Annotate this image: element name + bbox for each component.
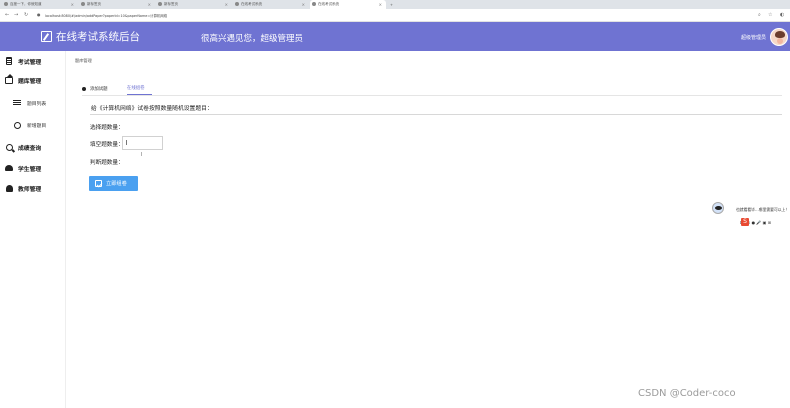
dot-icon	[82, 86, 86, 91]
browser-tab[interactable]: 在线考试系统 ×	[233, 0, 309, 9]
tab-add-question[interactable]: 添加试题	[82, 82, 117, 95]
document-icon	[5, 57, 13, 65]
judge-count-label: 判断题数量：	[90, 160, 124, 166]
tab-online-paper[interactable]: 在线组卷	[127, 82, 152, 95]
browser-tab-label: 新标签页	[87, 2, 101, 6]
list-icon	[13, 99, 21, 107]
star-icon[interactable]: ☆	[768, 12, 772, 18]
sidebar-item-question-list[interactable]: 题目列表	[0, 95, 66, 111]
close-tab-icon[interactable]: ×	[148, 2, 151, 7]
forward-icon[interactable]: →	[14, 12, 18, 18]
tab-label: 在线组卷	[127, 86, 145, 91]
sidebar-item-label: 题库管理	[18, 78, 42, 85]
tab-label: 添加试题	[90, 86, 108, 92]
profile-icon[interactable]: ◐	[780, 12, 784, 18]
teacher-icon	[5, 184, 13, 192]
breadcrumb: 题库管理	[75, 58, 92, 63]
new-tab-button[interactable]: +	[389, 0, 397, 9]
top-header: 在线考试系统后台 很高兴遇见您，超级管理员 超级管理员	[0, 22, 790, 51]
choice-count-label: 选择题数量：	[90, 125, 124, 131]
watermark: CSDN @Coder-coco	[638, 388, 736, 399]
new-icon	[13, 121, 21, 129]
browser-tab-active[interactable]: 在线考试系统 ×	[310, 0, 386, 9]
close-tab-icon[interactable]: ×	[379, 2, 382, 7]
tab-favicon-icon	[158, 2, 162, 6]
assistant-bubble: 也就看看毕…哪里需要可以上！	[736, 207, 790, 212]
assistant-avatar-icon	[712, 202, 724, 214]
sidebar-item-label: 教师管理	[18, 186, 42, 193]
sidebar-item-exam-management[interactable]: 考试管理	[0, 53, 66, 69]
sidebar: 考试管理 题库管理 题目列表 新增题目 成绩查询 学生管理 教师管理	[0, 51, 66, 408]
sidebar-item-student-management[interactable]: 学生管理	[0, 160, 66, 176]
close-tab-icon[interactable]: ×	[71, 2, 74, 7]
sidebar-item-question-bank[interactable]: 题库管理	[0, 72, 66, 88]
create-paper-button-label: 立即组卷	[106, 181, 127, 187]
sidebar-item-new-question[interactable]: 新增题目	[0, 117, 66, 133]
sidebar-item-label: 题目列表	[27, 101, 47, 107]
text-caret	[126, 140, 127, 145]
welcome-message: 很高兴遇见您，超级管理员	[201, 34, 304, 44]
tab-favicon-icon	[4, 2, 8, 6]
blank-count-label: 填空题数量：	[90, 142, 124, 148]
avatar[interactable]	[770, 28, 788, 46]
browser-tab[interactable]: 新标签页 ×	[156, 0, 232, 9]
close-tab-icon[interactable]: ×	[225, 2, 228, 7]
brand-title: 在线考试系统后台	[56, 31, 140, 43]
question-divider	[90, 114, 782, 115]
edit-icon	[41, 31, 52, 42]
browser-tab-label: 在线考试系统	[241, 2, 262, 6]
browser-tab[interactable]: 百度一下，你就知道 ×	[2, 0, 78, 9]
check-icon	[95, 180, 102, 187]
zoom-icon[interactable]: ⌕	[758, 12, 761, 18]
tab-favicon-icon	[312, 2, 316, 6]
url-field[interactable]: localhost:8080/#/admin/addPaper?paperId=…	[45, 12, 745, 19]
browser-tab[interactable]: 新标签页 ×	[79, 0, 155, 9]
browser-tab-label: 新标签页	[164, 2, 178, 6]
back-icon[interactable]: ←	[5, 12, 9, 18]
tab-favicon-icon	[81, 2, 85, 6]
browser-tab-label: 百度一下，你就知道	[10, 2, 42, 6]
blank-count-input[interactable]	[122, 136, 163, 150]
sidebar-item-label: 学生管理	[18, 166, 42, 173]
create-paper-button[interactable]: 立即组卷	[89, 176, 138, 191]
close-tab-icon[interactable]: ×	[302, 2, 305, 7]
sidebar-item-teacher-management[interactable]: 教师管理	[0, 180, 66, 196]
user-name[interactable]: 超级管理员	[741, 34, 766, 41]
search-icon	[5, 143, 13, 151]
sidebar-item-label: 新增题目	[27, 123, 47, 129]
sidebar-item-score-query[interactable]: 成绩查询	[0, 139, 66, 155]
browser-tab-label: 在线考试系统	[318, 2, 339, 6]
sogou-ime-icon[interactable]: S	[741, 218, 749, 226]
page-question: 给《计算机网络》试卷按照数量随机设置题目：	[91, 106, 213, 112]
bank-icon	[5, 73, 13, 84]
student-icon	[5, 164, 13, 172]
address-bar: ← → ↻ ● localhost:8080/#/admin/addPaper?…	[0, 9, 790, 22]
assistant-widget[interactable]: 也就看看毕…哪里需要可以上！ ⌨ ↯ ● 🎤 ▣ ⊞	[712, 202, 790, 230]
brand: 在线考试系统后台	[41, 29, 140, 44]
sidebar-item-label: 考试管理	[18, 59, 42, 66]
tab-favicon-icon	[235, 2, 239, 6]
browser-tab-strip: 百度一下，你就知道 × 新标签页 × 新标签页 × 在线考试系统 × 在线考试系…	[0, 0, 790, 9]
refresh-icon[interactable]: ↻	[24, 12, 28, 18]
tab-divider	[82, 95, 782, 96]
lock-icon: ●	[37, 12, 41, 17]
sidebar-item-label: 成绩查询	[18, 145, 42, 152]
mouse-cursor-icon: I	[141, 152, 143, 158]
